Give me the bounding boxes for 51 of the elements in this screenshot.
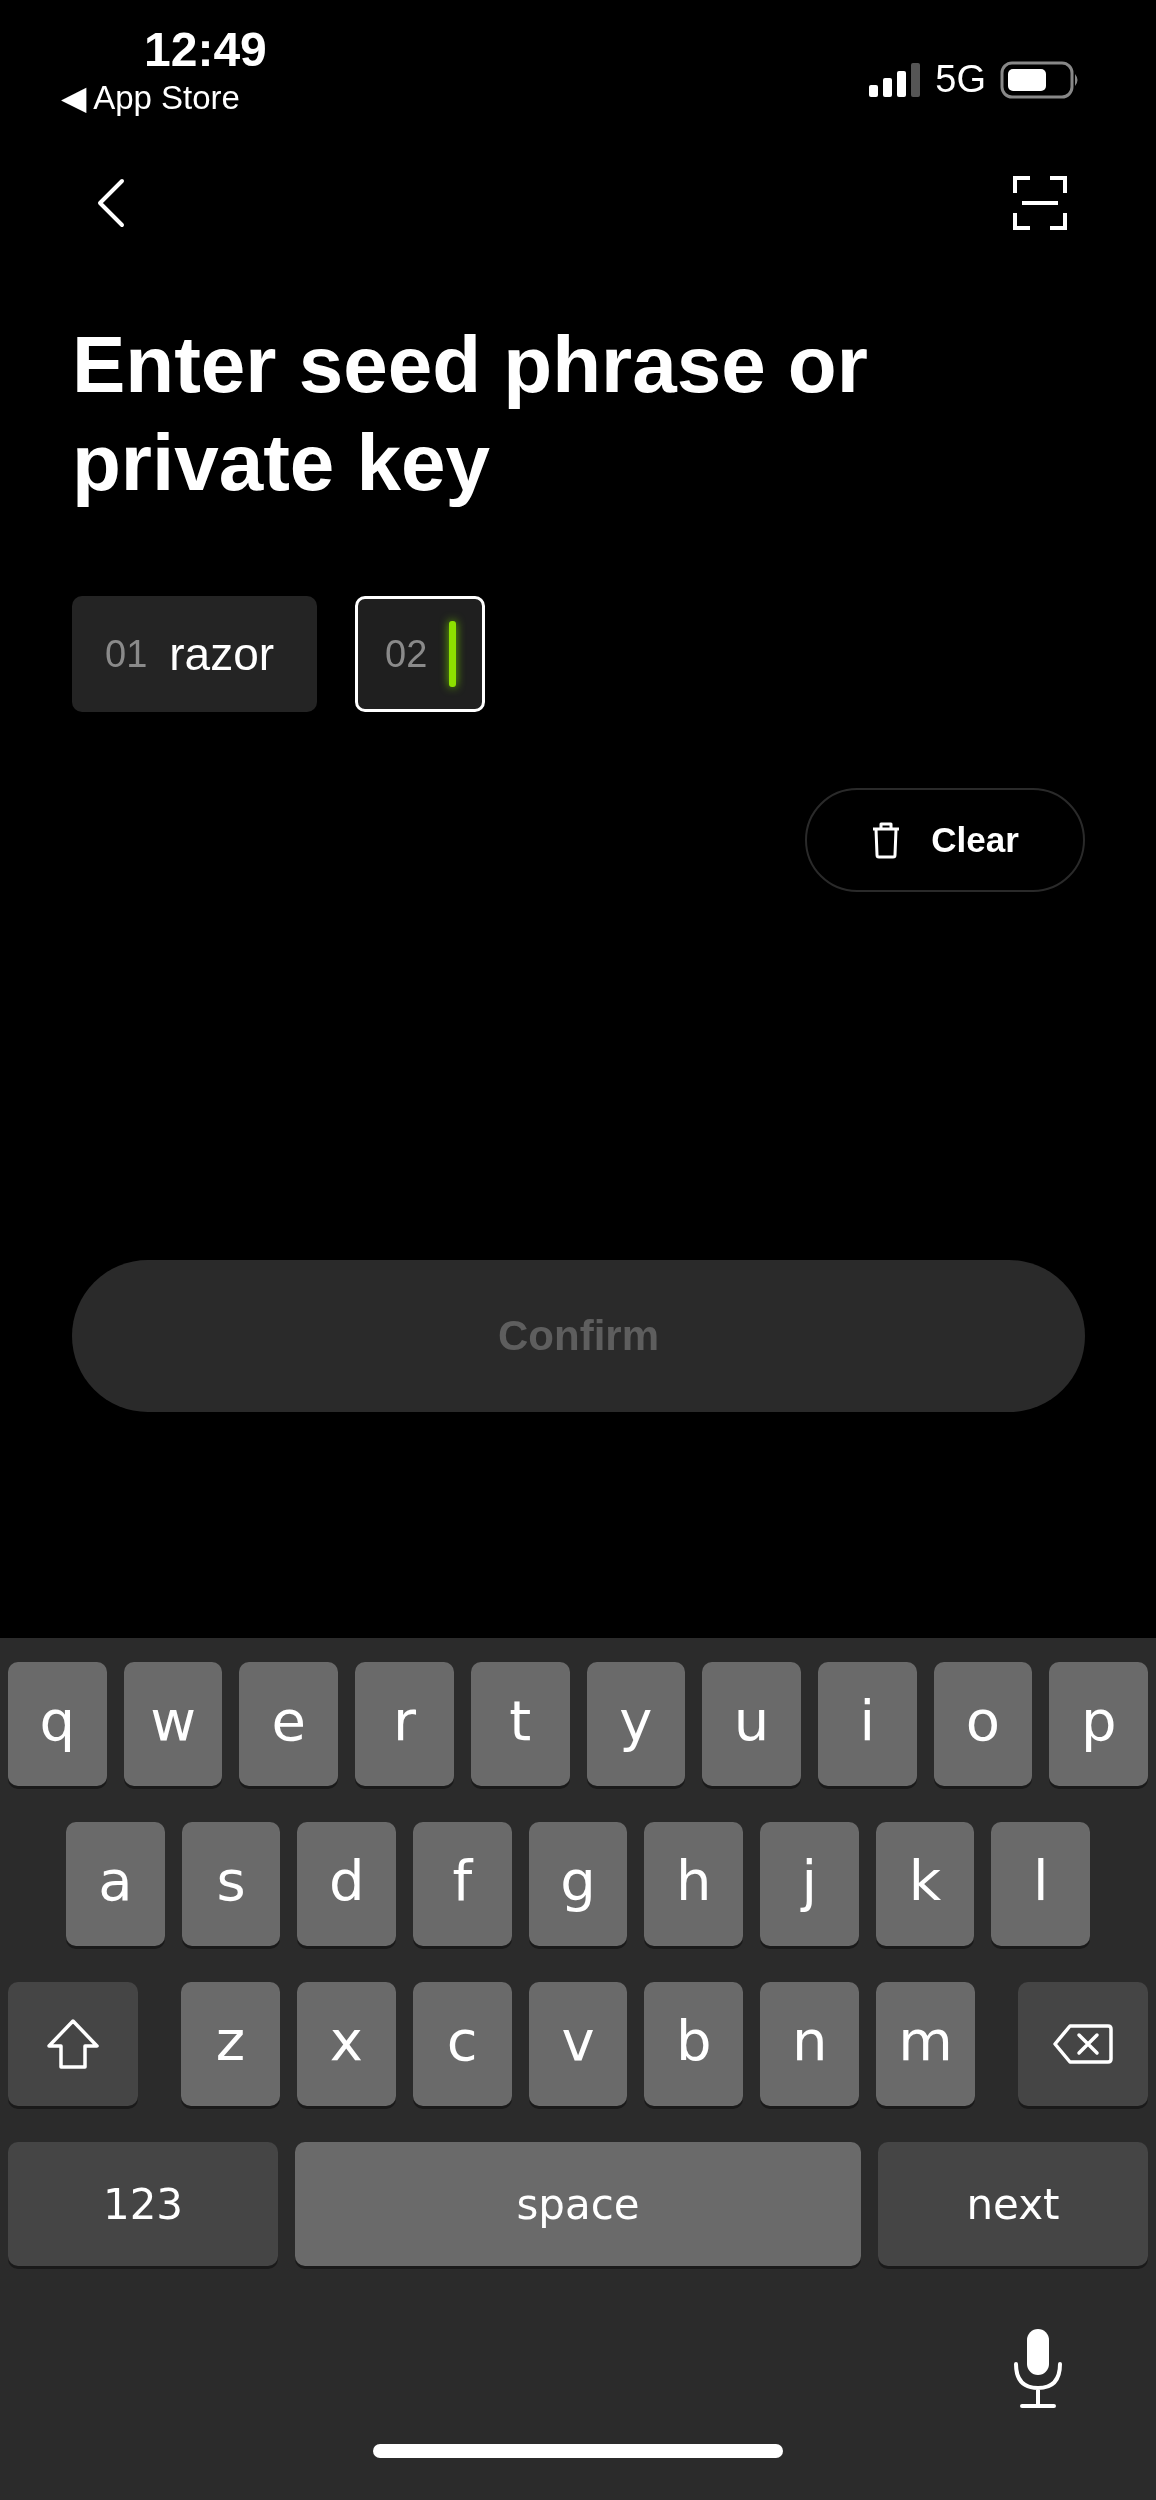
next-key[interactable]: next: [878, 2142, 1148, 2266]
letter-key[interactable]: i: [817, 1662, 917, 1786]
letter-key[interactable]: a: [66, 1822, 165, 1946]
letter-key[interactable]: p: [1049, 1662, 1149, 1786]
letter-key[interactable]: w: [123, 1662, 223, 1786]
letter-key[interactable]: z: [181, 1982, 280, 2106]
shift-key[interactable]: [8, 1982, 138, 2106]
battery-icon: [1000, 60, 1080, 99]
letter-key[interactable]: x: [296, 1982, 396, 2106]
signal-icon: [869, 62, 922, 97]
shift-arrow-icon: [45, 2018, 101, 2070]
text-cursor: [449, 621, 457, 687]
letter-key[interactable]: n: [760, 1982, 860, 2106]
letter-key[interactable]: j: [760, 1822, 859, 1946]
clear-button[interactable]: Clear: [805, 788, 1085, 892]
letter-key[interactable]: c: [412, 1982, 512, 2106]
word-number: 01: [105, 632, 148, 676]
word-field[interactable]: 02: [355, 596, 486, 712]
letter-key[interactable]: y: [586, 1662, 686, 1786]
letter-key[interactable]: q: [8, 1662, 107, 1786]
letter-key[interactable]: v: [528, 1982, 628, 2106]
back-button[interactable]: [96, 178, 126, 228]
letter-key[interactable]: b: [644, 1982, 744, 2106]
scan-icon: [1012, 175, 1068, 231]
back-chevron-icon: [96, 178, 126, 228]
letter-key[interactable]: g: [528, 1822, 628, 1946]
back-to-app-link[interactable]: ◀ App Store: [60, 78, 240, 118]
letter-key[interactable]: k: [875, 1822, 975, 1946]
status-time: 12:49: [143, 22, 267, 78]
page-title: Enter seed phrase or private key: [71, 319, 869, 509]
space-key[interactable]: space: [295, 2142, 861, 2266]
letter-key[interactable]: d: [297, 1822, 396, 1946]
letter-key[interactable]: o: [933, 1662, 1033, 1786]
word-field[interactable]: 01 razor: [72, 596, 318, 712]
letter-key[interactable]: t: [470, 1662, 570, 1786]
letter-key[interactable]: f: [413, 1822, 512, 1946]
numbers-key[interactable]: 123: [8, 2142, 278, 2266]
backspace-icon: [1052, 2023, 1114, 2065]
network-label: 5G: [935, 58, 986, 101]
word-number: 02: [385, 632, 428, 676]
letter-key[interactable]: h: [644, 1822, 744, 1946]
letter-key[interactable]: r: [355, 1662, 454, 1786]
word-text: razor: [169, 627, 275, 681]
letter-key[interactable]: m: [876, 1982, 975, 2106]
letter-key[interactable]: e: [239, 1662, 339, 1786]
letter-key[interactable]: u: [702, 1662, 801, 1786]
letter-key[interactable]: s: [181, 1822, 281, 1946]
scan-button[interactable]: [1012, 175, 1068, 231]
letter-key[interactable]: l: [991, 1822, 1091, 1946]
trash-icon: [871, 821, 902, 859]
backspace-key[interactable]: [1018, 1982, 1148, 2106]
